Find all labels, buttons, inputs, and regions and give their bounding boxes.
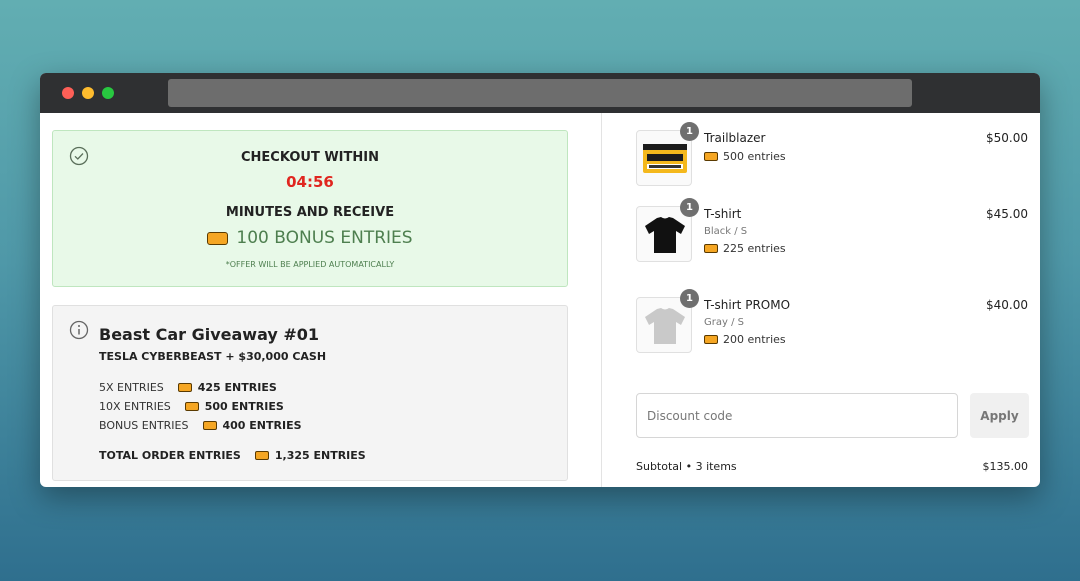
subtotal-value: $135.00 bbox=[982, 460, 1029, 473]
order-summary-pane: CHECKOUT WITHIN 04:56 MINUTES AND RECEIV… bbox=[40, 113, 601, 487]
item-price: $50.00 bbox=[986, 131, 1028, 145]
address-bar[interactable] bbox=[168, 79, 912, 107]
item-name: Trailblazer bbox=[704, 131, 766, 145]
discount-code-input[interactable] bbox=[636, 393, 958, 438]
entry-row-value: 425 ENTRIES bbox=[197, 381, 277, 394]
cart-item: 1 T-shirt PROMO Gray / S 200 entries $40… bbox=[636, 289, 1028, 357]
item-price: $40.00 bbox=[986, 298, 1028, 312]
item-entries-text: 500 entries bbox=[723, 150, 786, 163]
entry-row-label: BONUS ENTRIES bbox=[99, 419, 189, 432]
item-price: $45.00 bbox=[986, 207, 1028, 221]
close-window-button[interactable] bbox=[62, 87, 74, 99]
entry-row-label: 5X ENTRIES bbox=[99, 381, 164, 394]
item-entries: 200 entries bbox=[704, 333, 786, 346]
cart-item: 1 T-shirt Black / S 225 entries $45.00 bbox=[636, 198, 1028, 266]
giveaway-summary: Beast Car Giveaway #01 TESLA CYBERBEAST … bbox=[52, 305, 568, 481]
item-name: T-shirt PROMO bbox=[704, 298, 791, 312]
ticket-icon bbox=[704, 152, 718, 161]
item-variant: Black / S bbox=[704, 226, 748, 237]
maximize-window-button[interactable] bbox=[102, 87, 114, 99]
item-entries-text: 225 entries bbox=[723, 242, 786, 255]
cart-item: 1 Trailblazer 500 entries $50.00 bbox=[636, 122, 1028, 190]
offer-note: *OFFER WILL BE APPLIED AUTOMATICALLY bbox=[225, 260, 395, 269]
minutes-receive-label: MINUTES AND RECEIVE bbox=[225, 205, 395, 220]
total-entries-label: TOTAL ORDER ENTRIES bbox=[99, 449, 241, 462]
entry-row-label: 10X ENTRIES bbox=[99, 400, 171, 413]
total-entries-row: TOTAL ORDER ENTRIES 1,325 ENTRIES bbox=[99, 449, 366, 462]
ticket-icon bbox=[202, 421, 217, 430]
ticket-icon bbox=[184, 402, 199, 411]
bonus-entries-text: 100 BONUS ENTRIES bbox=[236, 228, 413, 248]
info-circle-icon bbox=[69, 320, 89, 340]
entry-row: 5X ENTRIES 425 ENTRIES bbox=[99, 381, 277, 394]
entry-row-value: 500 ENTRIES bbox=[204, 400, 284, 413]
title-bar bbox=[40, 73, 1040, 113]
subtotal-label: Subtotal • 3 items bbox=[636, 460, 737, 473]
giveaway-title: Beast Car Giveaway #01 bbox=[99, 325, 320, 344]
ticket-icon bbox=[207, 231, 229, 245]
quantity-badge: 1 bbox=[680, 122, 699, 141]
item-name: T-shirt bbox=[704, 207, 742, 221]
item-entries: 225 entries bbox=[704, 242, 786, 255]
quantity-badge: 1 bbox=[680, 198, 699, 217]
giveaway-prize: TESLA CYBERBEAST + $30,000 CASH bbox=[99, 350, 327, 363]
bonus-entries-line: 100 BONUS ENTRIES bbox=[53, 228, 567, 248]
bonus-offer-banner: CHECKOUT WITHIN 04:56 MINUTES AND RECEIV… bbox=[52, 130, 568, 287]
cart-pane: 1 Trailblazer 500 entries $50.00 1 T-shi… bbox=[602, 113, 1040, 487]
countdown-timer: 04:56 bbox=[286, 173, 334, 191]
ticket-icon bbox=[254, 451, 269, 460]
ticket-icon bbox=[177, 383, 192, 392]
ticket-icon bbox=[704, 335, 718, 344]
item-variant: Gray / S bbox=[704, 317, 744, 328]
item-entries: 500 entries bbox=[704, 150, 786, 163]
checkout-within-label: CHECKOUT WITHIN bbox=[241, 150, 379, 165]
item-entries-text: 200 entries bbox=[723, 333, 786, 346]
quantity-badge: 1 bbox=[680, 289, 699, 308]
total-entries-value: 1,325 ENTRIES bbox=[274, 449, 366, 462]
entry-row: 10X ENTRIES 500 ENTRIES bbox=[99, 400, 284, 413]
apply-discount-button[interactable]: Apply bbox=[970, 393, 1029, 438]
entry-row-value: 400 ENTRIES bbox=[222, 419, 302, 432]
entry-row: BONUS ENTRIES 400 ENTRIES bbox=[99, 419, 302, 432]
browser-window: CHECKOUT WITHIN 04:56 MINUTES AND RECEIV… bbox=[40, 73, 1040, 487]
minimize-window-button[interactable] bbox=[82, 87, 94, 99]
ticket-icon bbox=[704, 244, 718, 253]
